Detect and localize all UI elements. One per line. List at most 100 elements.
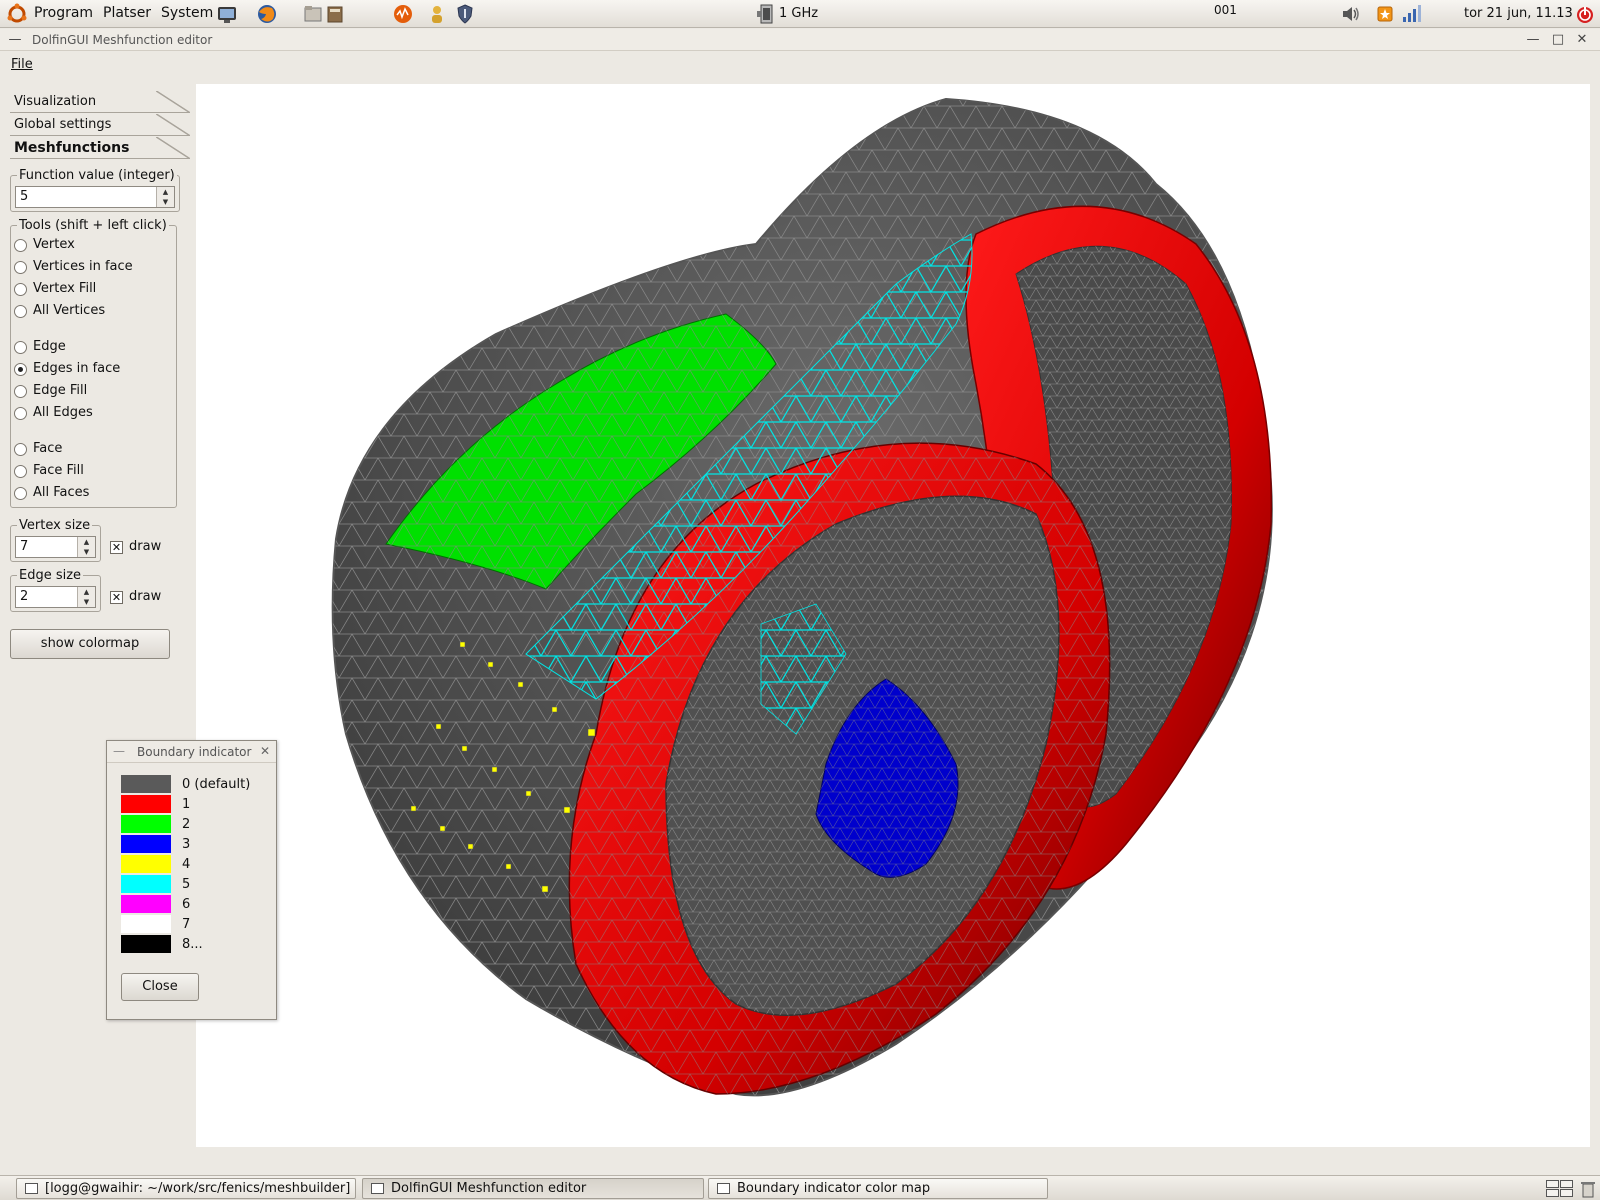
power-icon[interactable] (1574, 3, 1596, 25)
task-label: Boundary indicator color map (737, 1181, 931, 1196)
function-value-legend: Function value (integer) (19, 168, 175, 183)
tool-label: Vertices in face (33, 259, 133, 274)
panel-menu-program[interactable]: Program (34, 5, 93, 21)
tool-label: Face Fill (33, 463, 84, 478)
window-icon (371, 1183, 384, 1194)
tool-label: Face (33, 441, 63, 456)
swatch-label-7: 7 (182, 917, 191, 932)
tab-meshfunctions[interactable]: Meshfunctions (10, 137, 190, 159)
swatch-label-3: 3 (182, 837, 191, 852)
dialog-menu-icon[interactable]: — (113, 744, 125, 758)
task-boundary-colormap[interactable]: Boundary indicator color map (708, 1178, 1048, 1199)
dialog-titlebar[interactable]: — Boundary indicator ✕ (107, 741, 276, 763)
swatch-label-0: 0 (default) (182, 777, 251, 792)
function-value-input[interactable]: 5 (20, 189, 28, 204)
radio-icon[interactable] (14, 283, 27, 296)
mesh-render[interactable] (196, 84, 1590, 1147)
workspace-switcher-icon[interactable] (1546, 1180, 1559, 1188)
window-title: DolfinGUI Meshfunction editor (32, 33, 213, 47)
radio-icon[interactable] (14, 487, 27, 500)
edge-draw-checkbox[interactable]: ✕ (110, 591, 123, 604)
task-meshfunction-editor[interactable]: DolfinGUI Meshfunction editor (362, 1178, 704, 1199)
task-label: DolfinGUI Meshfunction editor (391, 1181, 587, 1196)
monitor-lock-icon[interactable] (216, 3, 238, 25)
radio-icon[interactable] (14, 239, 27, 252)
swatch-2 (121, 815, 171, 833)
person-icon[interactable] (426, 3, 448, 25)
radio-icon[interactable] (14, 261, 27, 274)
panel-menu-places[interactable]: Platser (103, 5, 151, 21)
cpu-frequency-label: 1 GHz (779, 6, 819, 21)
vertex-size-spinbox[interactable]: 7 ▲ ▼ (15, 536, 96, 558)
file-manager-icon[interactable] (302, 3, 324, 25)
radio-icon[interactable] (14, 443, 27, 456)
desktop: Program Platser System 1 GHz 001 tor 21 … (0, 0, 1600, 1200)
maximize-icon[interactable]: □ (1549, 31, 1567, 49)
swatch-7 (121, 915, 171, 933)
edge-size-spinbox[interactable]: 2 ▲ ▼ (15, 586, 96, 608)
dialog-title: Boundary indicator (137, 745, 252, 759)
update-notifier-icon[interactable] (1374, 3, 1396, 25)
ubuntu-logo-icon[interactable] (6, 3, 28, 25)
task-terminal[interactable]: [logg@gwaihir: ~/work/src/fenics/meshbui… (16, 1178, 356, 1199)
edge-size-legend: Edge size (19, 568, 82, 583)
clock[interactable]: tor 21 jun, 11.13 (1464, 6, 1573, 21)
volume-icon[interactable] (1340, 3, 1362, 25)
spin-arrows-icon[interactable]: ▲ ▼ (77, 537, 95, 557)
radio-icon[interactable] (14, 341, 27, 354)
edge-size-input[interactable]: 2 (20, 589, 28, 604)
tab-global-settings[interactable]: Global settings (10, 114, 190, 136)
function-value-spinbox[interactable]: 5 ▲ ▼ (15, 186, 175, 208)
shield-icon[interactable] (454, 3, 476, 25)
workspace-switcher-icon[interactable] (1546, 1189, 1559, 1197)
cpu-freq-icon[interactable] (755, 3, 777, 25)
swatch-label-6: 6 (182, 897, 191, 912)
panel-menu-system[interactable]: System (161, 5, 213, 21)
network-signal-icon[interactable] (1400, 3, 1422, 25)
radio-icon[interactable] (14, 385, 27, 398)
swatch-4 (121, 855, 171, 873)
dialog-close-icon[interactable]: ✕ (260, 744, 270, 758)
menu-file[interactable]: File (11, 57, 33, 72)
show-colormap-button[interactable]: show colormap (10, 629, 170, 659)
tab-visualization[interactable]: Visualization (10, 91, 190, 113)
tool-label: Edge Fill (33, 383, 88, 398)
sound-juicer-icon[interactable] (392, 3, 414, 25)
radio-icon[interactable] (14, 465, 27, 478)
window-titlebar[interactable]: — DolfinGUI Meshfunction editor — □ ✕ (0, 29, 1600, 51)
window-icon (25, 1183, 38, 1194)
minimize-icon[interactable]: — (1524, 31, 1542, 49)
tool-label: All Faces (33, 485, 90, 500)
vertex-size-legend: Vertex size (19, 518, 91, 533)
tool-label: Vertex (33, 237, 75, 252)
boundary-indicator-dialog[interactable]: — Boundary indicator ✕ 0 (default) 1 2 3… (106, 740, 277, 1020)
tools-legend: Tools (shift + left click) (19, 218, 167, 233)
workspace-label[interactable]: 001 (1214, 3, 1237, 17)
swatch-6 (121, 895, 171, 913)
vertex-draw-checkbox[interactable]: ✕ (110, 541, 123, 554)
edge-draw-label: draw (129, 589, 162, 604)
window-menu-icon[interactable]: — (6, 31, 24, 49)
spin-arrows-icon[interactable]: ▲ ▼ (77, 587, 95, 607)
tool-label: Edge (33, 339, 66, 354)
firefox-icon[interactable] (256, 3, 278, 25)
edge-size-group: Edge size 2 ▲ ▼ (10, 568, 101, 612)
workspace-switcher-icon[interactable] (1560, 1189, 1573, 1197)
spin-arrows-icon[interactable]: ▲ ▼ (156, 187, 174, 207)
radio-icon[interactable] (14, 407, 27, 420)
mesh-viewport[interactable] (196, 84, 1590, 1147)
trash-icon[interactable] (1578, 1179, 1598, 1199)
top-panel: Program Platser System 1 GHz 001 tor 21 … (0, 0, 1600, 28)
book-icon[interactable] (324, 3, 346, 25)
close-icon[interactable]: ✕ (1573, 31, 1591, 49)
workspace-switcher-icon[interactable] (1560, 1180, 1573, 1188)
menubar: File (0, 52, 1600, 76)
tool-label: Vertex Fill (33, 281, 97, 296)
swatch-label-5: 5 (182, 877, 191, 892)
vertex-size-input[interactable]: 7 (20, 539, 28, 554)
vertex-draw-label: draw (129, 539, 162, 554)
dialog-close-button[interactable]: Close (121, 973, 199, 1001)
swatch-1 (121, 795, 171, 813)
radio-icon[interactable] (14, 305, 27, 318)
radio-checked-icon[interactable] (14, 363, 27, 376)
